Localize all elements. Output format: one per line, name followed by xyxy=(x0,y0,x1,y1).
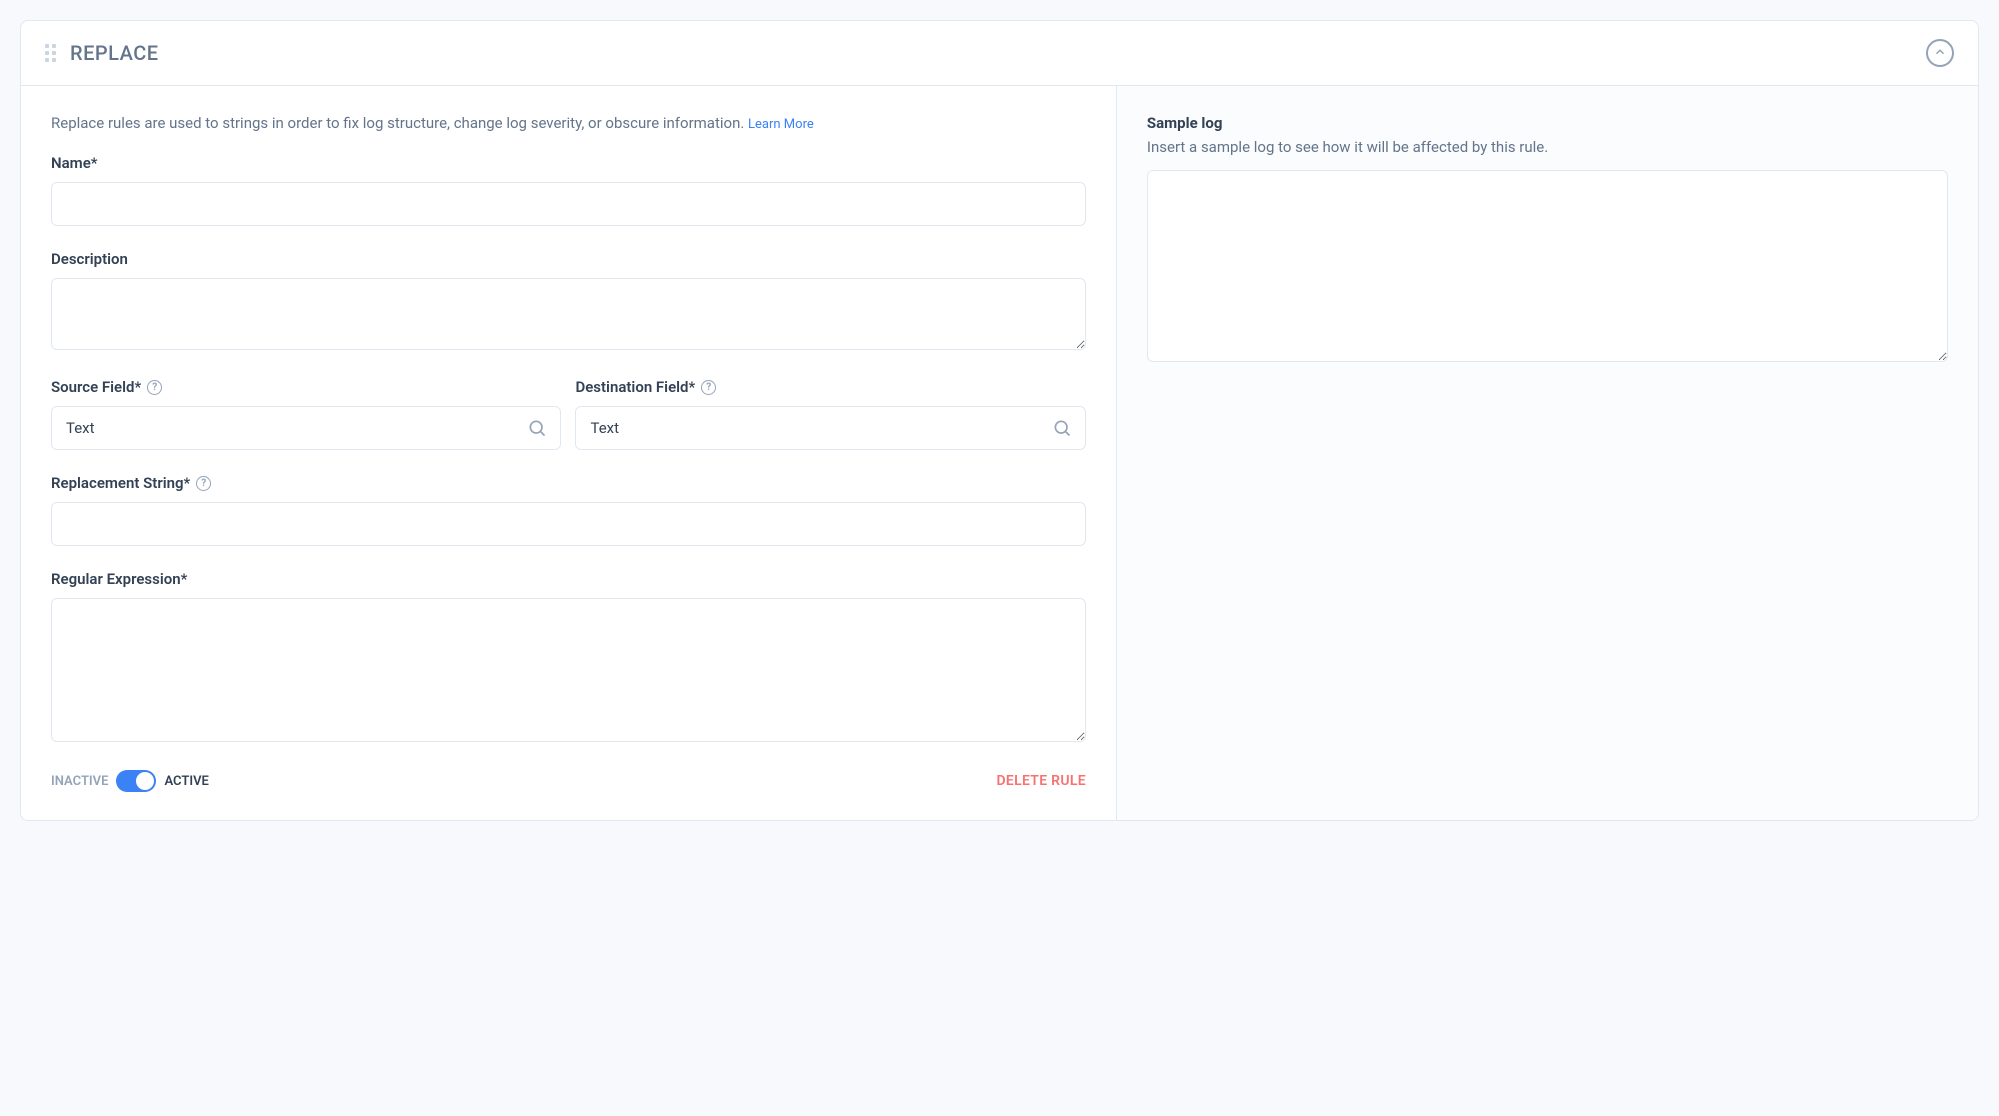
card-title: REPLACE xyxy=(70,41,159,65)
active-label: ACTIVE xyxy=(164,774,208,789)
collapse-button[interactable] xyxy=(1926,39,1954,67)
description-label: Description xyxy=(51,250,1086,268)
source-field-search-wrapper xyxy=(51,406,561,450)
source-field-label: Source Field* ? xyxy=(51,378,561,396)
drag-handle-icon[interactable] xyxy=(45,44,56,62)
destination-field-input[interactable] xyxy=(575,406,1085,450)
left-panel: Replace rules are used to strings in ord… xyxy=(21,86,1117,820)
destination-field-group: Destination Field* ? xyxy=(575,378,1085,450)
card-body: Replace rules are used to strings in ord… xyxy=(21,86,1978,820)
active-toggle[interactable] xyxy=(116,770,156,792)
replacement-string-group: Replacement String* ? xyxy=(51,474,1086,546)
replacement-string-input[interactable] xyxy=(51,502,1086,546)
sample-log-title: Sample log xyxy=(1147,114,1948,132)
field-row: Source Field* ? Destination Field* ? xyxy=(51,378,1086,474)
name-group: Name* xyxy=(51,154,1086,226)
replace-rule-card: REPLACE Replace rules are used to string… xyxy=(20,20,1979,821)
source-field-input[interactable] xyxy=(51,406,561,450)
learn-more-link[interactable]: Learn More xyxy=(748,117,814,132)
sample-log-textarea[interactable] xyxy=(1147,170,1948,362)
chevron-up-icon xyxy=(1933,45,1947,62)
replacement-string-label-text: Replacement String* xyxy=(51,474,190,492)
header-left: REPLACE xyxy=(45,41,159,65)
sample-log-subtitle: Insert a sample log to see how it will b… xyxy=(1147,138,1948,156)
help-icon[interactable]: ? xyxy=(196,476,211,491)
help-icon[interactable]: ? xyxy=(701,380,716,395)
regex-label: Regular Expression* xyxy=(51,570,1086,588)
help-icon[interactable]: ? xyxy=(147,380,162,395)
right-panel: Sample log Insert a sample log to see ho… xyxy=(1117,86,1978,820)
name-input[interactable] xyxy=(51,182,1086,226)
source-field-label-text: Source Field* xyxy=(51,378,141,396)
description-group: Description xyxy=(51,250,1086,354)
replacement-string-label: Replacement String* ? xyxy=(51,474,1086,492)
toggle-group: INACTIVE ACTIVE xyxy=(51,770,209,792)
description-textarea[interactable] xyxy=(51,278,1086,350)
delete-rule-button[interactable]: DELETE RULE xyxy=(996,773,1085,789)
regex-group: Regular Expression* xyxy=(51,570,1086,746)
inactive-label: INACTIVE xyxy=(51,774,108,789)
destination-field-label-text: Destination Field* xyxy=(575,378,695,396)
destination-field-search-wrapper xyxy=(575,406,1085,450)
regex-textarea[interactable] xyxy=(51,598,1086,742)
name-label: Name* xyxy=(51,154,1086,172)
destination-field-label: Destination Field* ? xyxy=(575,378,1085,396)
footer-row: INACTIVE ACTIVE DELETE RULE xyxy=(51,770,1086,792)
card-header: REPLACE xyxy=(21,21,1978,86)
source-field-group: Source Field* ? xyxy=(51,378,561,450)
intro-text: Replace rules are used to strings in ord… xyxy=(51,114,1086,132)
toggle-knob xyxy=(136,772,154,790)
intro-description: Replace rules are used to strings in ord… xyxy=(51,114,748,132)
